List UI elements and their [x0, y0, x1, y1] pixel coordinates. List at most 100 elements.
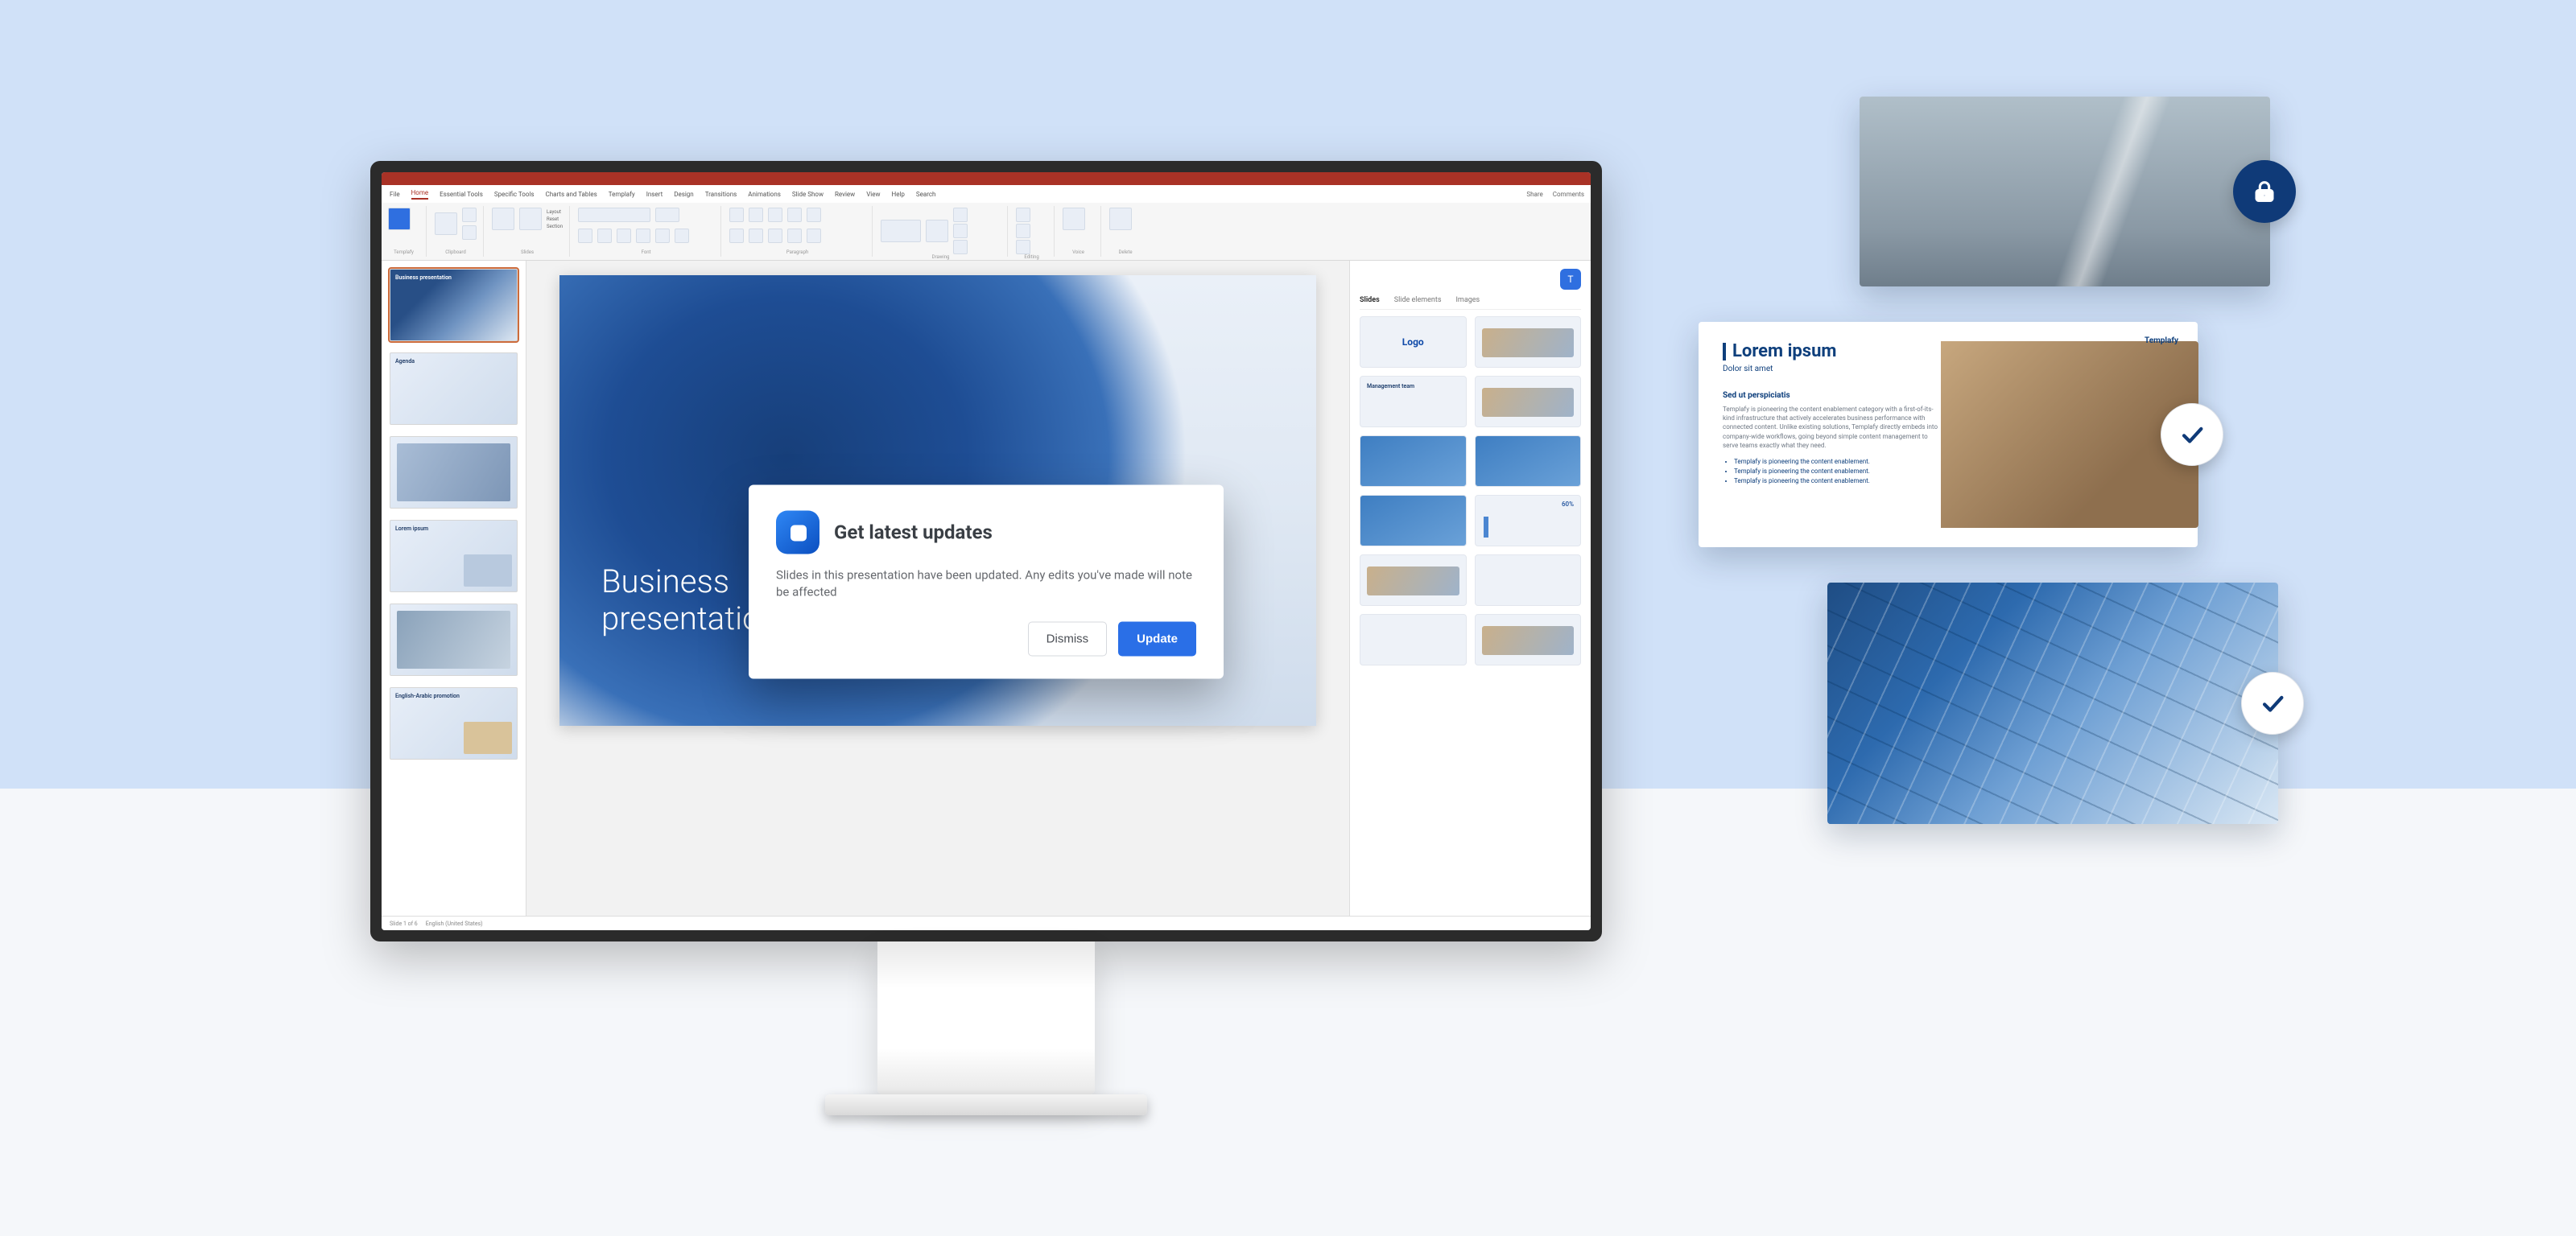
slide-thumbnails[interactable]: Business presentation Business presentat… — [382, 261, 526, 916]
menu-view[interactable]: View — [866, 191, 880, 198]
find-icon[interactable] — [1016, 208, 1030, 222]
italic-icon[interactable] — [597, 229, 612, 243]
menu-help[interactable]: Help — [891, 191, 904, 198]
copy-icon[interactable] — [462, 225, 477, 240]
panel-card-people-4[interactable] — [1475, 614, 1582, 665]
align-center-icon[interactable] — [749, 229, 763, 243]
panel-tab-images[interactable]: Images — [1455, 296, 1480, 304]
float-badge-check-1 — [2161, 403, 2223, 466]
templafy-icon[interactable] — [388, 208, 411, 230]
menu-search[interactable]: Search — [916, 191, 936, 198]
strike-icon[interactable] — [636, 229, 650, 243]
replace-icon[interactable] — [1016, 224, 1030, 238]
bullets-icon[interactable] — [729, 208, 744, 222]
thumb-6[interactable]: English-Arabic promotion — [390, 687, 518, 760]
lock-icon — [2251, 178, 2278, 205]
line-spacing-icon[interactable] — [807, 208, 821, 222]
check-icon — [2259, 690, 2286, 717]
panel-card-text-2[interactable] — [1360, 614, 1467, 665]
float-card-2-bullet-3: Templafy is pioneering the content enabl… — [1734, 477, 1941, 484]
menu-templafy[interactable]: Templafy — [609, 191, 635, 198]
monitor-stand-foot — [825, 1094, 1147, 1115]
panel-card-logo[interactable]: Logo — [1360, 316, 1467, 368]
dialog-app-icon — [776, 510, 819, 554]
menu-design[interactable]: Design — [674, 191, 693, 198]
thumb-3[interactable] — [390, 436, 518, 509]
columns-icon[interactable] — [807, 229, 821, 243]
font-family-dropdown[interactable] — [578, 208, 650, 222]
shape-effects-icon[interactable] — [953, 240, 968, 254]
menu-insert[interactable]: Insert — [646, 191, 663, 198]
paste-icon[interactable] — [435, 212, 457, 235]
indent-dec-icon[interactable] — [768, 208, 782, 222]
menu-animations[interactable]: Animations — [748, 191, 781, 198]
float-card-2-heading: Lorem ipsum — [1723, 341, 1941, 361]
status-language: English (United States) — [426, 921, 483, 927]
float-card-2-subheading: Dolor sit amet — [1723, 365, 1941, 373]
thumb-2-title: Agenda — [395, 358, 415, 365]
panel-card-text-1[interactable] — [1475, 554, 1582, 606]
panel-card-team[interactable]: Management team — [1360, 376, 1467, 427]
shapes-gallery-icon[interactable] — [881, 220, 921, 242]
panel-card-photo-1[interactable] — [1360, 435, 1467, 487]
panel-tab-elements[interactable]: Slide elements — [1394, 296, 1442, 304]
underline-icon[interactable] — [617, 229, 631, 243]
menu-specific-tools[interactable]: Specific Tools — [494, 191, 535, 198]
panel-card-people-2[interactable] — [1475, 376, 1582, 427]
menu-file[interactable]: File — [390, 191, 400, 198]
dismiss-button[interactable]: Dismiss — [1028, 621, 1108, 656]
highlight-icon[interactable] — [675, 229, 689, 243]
share-button[interactable]: Share — [1526, 191, 1542, 198]
font-size-dropdown[interactable] — [655, 208, 679, 222]
reuse-slides-icon[interactable] — [519, 208, 542, 230]
float-card-2: Templafy Lorem ipsum Dolor sit amet Sed … — [1699, 322, 2198, 547]
templafy-badge-icon[interactable]: T — [1560, 269, 1581, 290]
menu-home[interactable]: Home — [411, 189, 429, 200]
bold-icon[interactable] — [578, 229, 592, 243]
panel-card-photo-3[interactable] — [1360, 495, 1467, 546]
indent-inc-icon[interactable] — [787, 208, 802, 222]
delete-icon[interactable] — [1109, 208, 1132, 230]
menu-charts-tables[interactable]: Charts and Tables — [546, 191, 597, 198]
menu-review[interactable]: Review — [835, 191, 855, 198]
shape-outline-icon[interactable] — [953, 224, 968, 238]
monitor-bezel: File Home Essential Tools Specific Tools… — [370, 161, 1602, 941]
ribbon-section-font: Font — [578, 249, 714, 255]
layout-label[interactable]: Layout — [547, 209, 563, 215]
menu-transitions[interactable]: Transitions — [705, 191, 737, 198]
menu-essential-tools[interactable]: Essential Tools — [440, 191, 483, 198]
font-color-icon[interactable] — [655, 229, 670, 243]
ribbon-voice: Voice — [1061, 206, 1101, 257]
ribbon-section-drawing: Drawing — [881, 254, 1001, 260]
ribbon-section-templafy: Templafy — [388, 249, 419, 255]
update-button[interactable]: Update — [1118, 621, 1196, 656]
panel-tab-slides[interactable]: Slides — [1360, 296, 1380, 304]
thumb-4[interactable]: Lorem ipsum — [390, 520, 518, 592]
thumb-2[interactable]: Agenda — [390, 352, 518, 425]
comments-button[interactable]: Comments — [1553, 191, 1584, 198]
justify-icon[interactable] — [787, 229, 802, 243]
ribbon-slides: Layout Reset Section Slides — [490, 206, 570, 257]
cut-icon[interactable] — [462, 208, 477, 222]
section-label[interactable]: Section — [547, 224, 563, 229]
status-bar: Slide 1 of 6 English (United States) — [382, 916, 1591, 930]
float-card-2-section: Sed ut perspiciatis — [1723, 391, 1941, 400]
thumb-5[interactable] — [390, 604, 518, 676]
ribbon-paragraph: Paragraph — [728, 206, 873, 257]
shape-fill-icon[interactable] — [953, 208, 968, 222]
menu-slide-show[interactable]: Slide Show — [792, 191, 824, 198]
select-icon[interactable] — [1016, 240, 1030, 254]
panel-card-chart[interactable] — [1475, 495, 1582, 546]
reset-label[interactable]: Reset — [547, 216, 563, 222]
dictate-icon[interactable] — [1063, 208, 1085, 230]
thumb-1[interactable]: Business presentation Business presentat… — [390, 269, 518, 341]
align-right-icon[interactable] — [768, 229, 782, 243]
panel-card-people-3[interactable] — [1360, 554, 1467, 606]
new-slide-icon[interactable] — [492, 208, 514, 230]
arrange-icon[interactable] — [926, 220, 948, 242]
panel-card-photo-2[interactable] — [1475, 435, 1582, 487]
ppt-ribbon: Templafy Clipboard — [382, 203, 1591, 261]
numbering-icon[interactable] — [749, 208, 763, 222]
align-left-icon[interactable] — [729, 229, 744, 243]
panel-card-people-1[interactable] — [1475, 316, 1582, 368]
